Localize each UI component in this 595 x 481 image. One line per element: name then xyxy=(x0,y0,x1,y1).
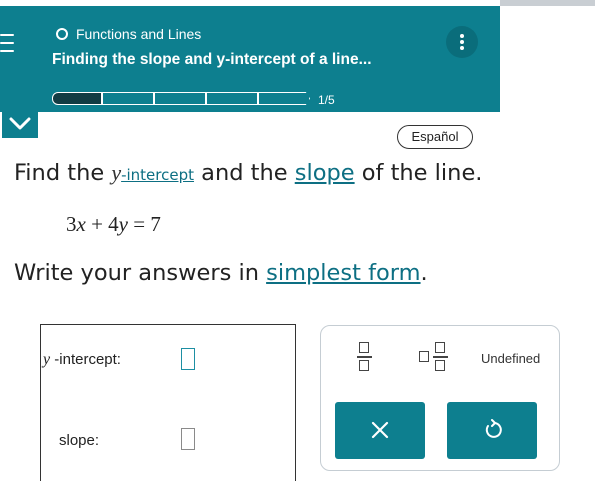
fraction-key[interactable] xyxy=(349,338,383,378)
undefined-key[interactable]: Undefined xyxy=(481,351,540,366)
slope-input[interactable] xyxy=(181,428,195,450)
clear-button[interactable] xyxy=(335,402,425,459)
menu-icon[interactable] xyxy=(0,34,14,54)
equation-op: + xyxy=(85,212,109,236)
progress-bar xyxy=(52,92,310,105)
intercept-input[interactable] xyxy=(181,348,195,370)
simplest-form-link[interactable]: simplest form xyxy=(266,260,420,286)
equation: 3x + 4y = 7 xyxy=(66,212,161,237)
equation-var: y xyxy=(118,212,128,236)
question-part: of the line. xyxy=(354,160,483,186)
question-text: Find the y-intercept and the slope of th… xyxy=(14,160,482,186)
question-part: Find the xyxy=(14,160,112,186)
progress-segment xyxy=(206,92,258,105)
equation-op: = xyxy=(128,212,151,236)
equation-coef: 3 xyxy=(66,212,77,236)
equation-var: x xyxy=(76,212,86,236)
intercept-label-text: -intercept: xyxy=(50,351,121,368)
equation-coef: 4 xyxy=(108,212,119,236)
progress-segment xyxy=(258,92,310,105)
progress-segment xyxy=(154,92,206,105)
equation-rhs: 7 xyxy=(150,212,161,236)
intercept-term-link[interactable]: -intercept xyxy=(121,166,194,184)
lesson-subtitle: Finding the slope and y-intercept of a l… xyxy=(52,51,372,68)
progress-count: 1/5 xyxy=(318,93,335,107)
instruction-part: Write your answers in xyxy=(14,260,267,286)
mixed-number-key[interactable] xyxy=(415,338,455,378)
slope-term-link[interactable]: slope xyxy=(295,160,355,186)
chevron-down-icon[interactable] xyxy=(2,112,38,138)
answer-panel: y -intercept: slope: xyxy=(40,324,296,481)
variable-y: y xyxy=(111,160,122,185)
intercept-label: y -intercept: xyxy=(43,351,121,369)
progress-segment xyxy=(52,92,102,105)
circle-icon xyxy=(56,28,68,40)
close-icon xyxy=(371,421,389,439)
math-keypad: Undefined xyxy=(320,325,560,471)
topic-title: Functions and Lines xyxy=(76,26,202,42)
undo-button[interactable] xyxy=(447,402,537,459)
instruction-text: Write your answers in simplest form. xyxy=(14,260,428,286)
undo-icon xyxy=(485,419,502,438)
instruction-part: . xyxy=(420,260,428,286)
slope-label: slope: xyxy=(59,432,100,449)
progress-segment xyxy=(102,92,154,105)
language-toggle-button[interactable]: Español xyxy=(397,125,473,149)
header-bar: Functions and Lines Finding the slope an… xyxy=(0,6,500,112)
question-part: and the xyxy=(194,160,295,186)
more-vertical-icon[interactable] xyxy=(446,26,478,58)
